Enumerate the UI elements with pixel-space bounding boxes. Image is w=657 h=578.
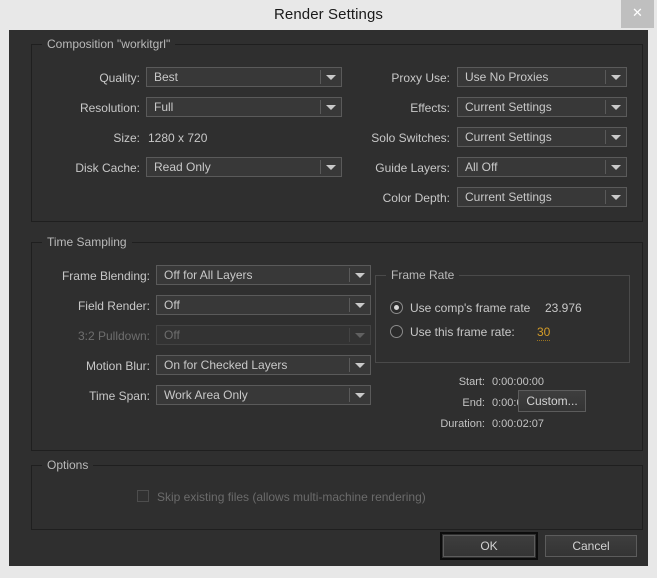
skip-existing-files-checkbox	[137, 490, 149, 502]
resolution-label: Resolution:	[79, 101, 140, 115]
use-comp-frame-rate-label: Use comp's frame rate	[410, 301, 531, 315]
resolution-dropdown[interactable]: Full	[146, 97, 342, 117]
comp-frame-rate-value: 23.976	[545, 301, 582, 315]
chevron-down-icon	[611, 105, 621, 110]
title-bar: Render Settings ✕	[0, 0, 657, 30]
chevron-down-icon	[611, 75, 621, 80]
resolution-dropdown-value: Full	[154, 100, 174, 114]
chevron-down-icon	[611, 165, 621, 170]
dialog-body: Composition "workitgrl" Quality: Best Re…	[9, 30, 648, 566]
dropdown-separator	[605, 70, 606, 84]
solo-switches-dropdown[interactable]: Current Settings	[457, 127, 627, 147]
start-time-label: Start:	[458, 376, 485, 388]
use-this-frame-rate-radio[interactable]	[390, 325, 403, 338]
dropdown-separator	[605, 100, 606, 114]
size-value: 1280 x 720	[148, 131, 208, 145]
frame-blending-dropdown-value: Off for All Layers	[164, 268, 253, 282]
composition-group: Composition "workitgrl" Quality: Best Re…	[31, 37, 643, 222]
field-render-dropdown[interactable]: Off	[156, 295, 371, 315]
frame-rate-group: Frame Rate Use comp's frame rate 23.976 …	[375, 268, 630, 363]
size-label: Size:	[113, 131, 140, 145]
frame-rate-group-label: Frame Rate	[386, 268, 460, 282]
use-comp-frame-rate-row[interactable]: Use comp's frame rate 23.976	[390, 300, 620, 316]
end-time-label: End:	[462, 397, 485, 409]
color-depth-label: Color Depth:	[382, 191, 450, 205]
pulldown-label: 3:2 Pulldown:	[77, 329, 150, 343]
duration-label: Duration:	[440, 418, 485, 430]
dropdown-separator	[349, 328, 350, 342]
skip-existing-files-label: Skip existing files (allows multi-machin…	[157, 490, 426, 504]
dropdown-separator	[605, 160, 606, 174]
use-this-frame-rate-row[interactable]: Use this frame rate: 30	[390, 324, 620, 341]
use-comp-frame-rate-radio[interactable]	[390, 301, 403, 314]
disk-cache-dropdown-value: Read Only	[154, 160, 211, 174]
time-span-dropdown[interactable]: Work Area Only	[156, 385, 371, 405]
proxy-use-label: Proxy Use:	[391, 71, 450, 85]
cancel-button[interactable]: Cancel	[545, 535, 637, 557]
disk-cache-label: Disk Cache:	[75, 161, 140, 175]
effects-dropdown-value: Current Settings	[465, 100, 552, 114]
time-sampling-group: Time Sampling Frame Blending: Off for Al…	[31, 235, 643, 451]
ok-button[interactable]: OK	[440, 532, 538, 560]
chevron-down-icon	[355, 273, 365, 278]
color-depth-dropdown[interactable]: Current Settings	[457, 187, 627, 207]
field-render-dropdown-value: Off	[164, 298, 180, 312]
disk-cache-dropdown[interactable]: Read Only	[146, 157, 342, 177]
proxy-use-dropdown[interactable]: Use No Proxies	[457, 67, 627, 87]
time-span-dropdown-value: Work Area Only	[164, 388, 248, 402]
render-settings-dialog: Render Settings ✕ Composition "workitgrl…	[0, 0, 657, 578]
solo-switches-dropdown-value: Current Settings	[465, 130, 552, 144]
solo-switches-label: Solo Switches:	[371, 131, 450, 145]
quality-label: Quality:	[99, 71, 140, 85]
time-sampling-group-label: Time Sampling	[42, 235, 132, 249]
dropdown-separator	[605, 190, 606, 204]
chevron-down-icon	[611, 195, 621, 200]
dropdown-separator	[349, 298, 350, 312]
quality-dropdown-value: Best	[154, 70, 179, 84]
close-icon: ✕	[632, 6, 643, 21]
chevron-down-icon	[326, 75, 336, 80]
time-span-label: Time Span:	[89, 389, 150, 403]
pulldown-dropdown-value: Off	[164, 328, 180, 342]
chevron-down-icon	[326, 105, 336, 110]
motion-blur-label: Motion Blur:	[85, 359, 150, 373]
custom-time-span-button[interactable]: Custom...	[518, 390, 586, 412]
options-group-label: Options	[42, 458, 94, 472]
options-group: Options Skip existing files (allows mult…	[31, 458, 643, 530]
chevron-down-icon	[355, 363, 365, 368]
duration-value: 0:00:02:07	[492, 418, 544, 430]
color-depth-dropdown-value: Current Settings	[465, 190, 552, 204]
chevron-down-icon	[355, 333, 365, 338]
frame-blending-dropdown[interactable]: Off for All Layers	[156, 265, 371, 285]
motion-blur-dropdown[interactable]: On for Checked Layers	[156, 355, 371, 375]
use-this-frame-rate-label: Use this frame rate:	[410, 325, 515, 339]
guide-layers-dropdown[interactable]: All Off	[457, 157, 627, 177]
page-title: Render Settings	[273, 6, 384, 23]
start-time-value: 0:00:00:00	[492, 376, 544, 388]
close-button[interactable]: ✕	[621, 0, 654, 28]
pulldown-dropdown: Off	[156, 325, 371, 345]
dropdown-separator	[320, 70, 321, 84]
chevron-down-icon	[355, 303, 365, 308]
dropdown-separator	[605, 130, 606, 144]
guide-layers-label: Guide Layers:	[375, 161, 450, 175]
composition-group-label: Composition "workitgrl"	[42, 37, 176, 51]
dropdown-separator	[349, 268, 350, 282]
guide-layers-dropdown-value: All Off	[465, 160, 498, 174]
proxy-use-dropdown-value: Use No Proxies	[465, 70, 549, 84]
effects-dropdown[interactable]: Current Settings	[457, 97, 627, 117]
frame-blending-label: Frame Blending:	[61, 269, 150, 283]
quality-dropdown[interactable]: Best	[146, 67, 342, 87]
dropdown-separator	[320, 100, 321, 114]
dropdown-separator	[349, 388, 350, 402]
effects-label: Effects:	[410, 101, 450, 115]
dropdown-separator	[349, 358, 350, 372]
custom-frame-rate-input[interactable]: 30	[537, 324, 551, 341]
chevron-down-icon	[611, 135, 621, 140]
field-render-label: Field Render:	[77, 299, 150, 313]
motion-blur-dropdown-value: On for Checked Layers	[164, 358, 288, 372]
